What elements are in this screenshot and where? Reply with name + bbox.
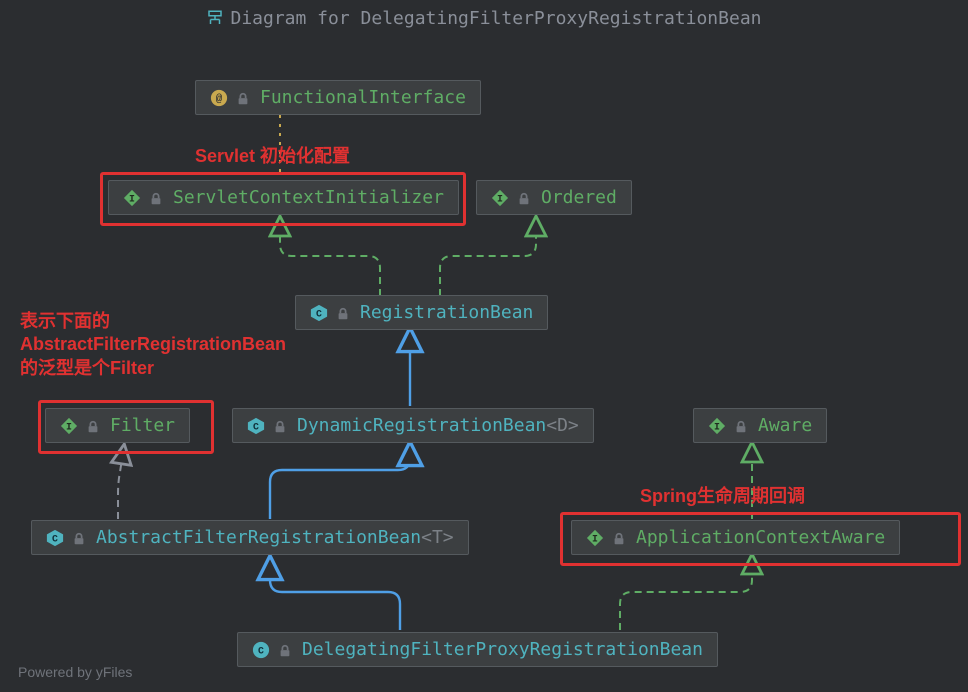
svg-text:I: I	[66, 421, 72, 432]
edge-delegating-to-abstract	[270, 558, 400, 630]
annotation-servlet-init: Servlet 初始化配置	[195, 145, 350, 168]
svg-text:C: C	[52, 533, 58, 544]
node-functional-interface[interactable]: @ FunctionalInterface	[195, 80, 481, 115]
node-label: ServletContextInitializer	[173, 187, 444, 208]
node-dynamic-registration-bean[interactable]: C DynamicRegistrationBean<D>	[232, 408, 594, 443]
interface-icon: I	[491, 189, 509, 207]
svg-text:I: I	[497, 193, 503, 204]
node-label: Aware	[758, 415, 812, 436]
node-label: AbstractFilterRegistrationBean<T>	[96, 527, 454, 548]
edge-registrationbean-to-ordered	[440, 218, 536, 296]
svg-text:I: I	[714, 421, 720, 432]
lock-icon	[86, 420, 100, 434]
svg-text:C: C	[316, 308, 322, 319]
annotation-filter-generic: 表示下面的 AbstractFilterRegistrationBean 的泛型…	[20, 310, 286, 380]
interface-icon: I	[708, 417, 726, 435]
node-label: DynamicRegistrationBean<D>	[297, 415, 579, 436]
node-filter[interactable]: I Filter	[45, 408, 190, 443]
interface-icon: I	[586, 529, 604, 547]
interface-icon: I	[123, 189, 141, 207]
svg-text:C: C	[258, 645, 264, 656]
lock-icon	[72, 532, 86, 546]
annotation-icon: @	[210, 89, 228, 107]
node-label: ApplicationContextAware	[636, 527, 885, 548]
class-icon: C	[46, 529, 64, 547]
lock-icon	[517, 192, 531, 206]
edge-delegating-to-appcontextaware	[620, 556, 752, 630]
node-label: Filter	[110, 415, 175, 436]
class-icon: C	[247, 417, 265, 435]
node-label: RegistrationBean	[360, 302, 533, 323]
svg-text:C: C	[253, 421, 259, 432]
lock-icon	[149, 192, 163, 206]
svg-text:I: I	[129, 193, 135, 204]
node-ordered[interactable]: I Ordered	[476, 180, 632, 215]
node-delegating-filter-proxy-registration-bean[interactable]: C DelegatingFilterProxyRegistrationBean	[237, 632, 718, 667]
node-label: DelegatingFilterProxyRegistrationBean	[302, 639, 703, 660]
node-abstract-filter-registration-bean[interactable]: C AbstractFilterRegistrationBean<T>	[31, 520, 469, 555]
lock-icon	[612, 532, 626, 546]
edge-abstract-to-filter	[118, 446, 124, 519]
svg-text:I: I	[592, 533, 598, 544]
diagram-canvas: Diagram for DelegatingFilterProxyRegistr…	[0, 0, 968, 692]
node-label: FunctionalInterface	[260, 87, 466, 108]
interface-icon: I	[60, 417, 78, 435]
lock-icon	[273, 420, 287, 434]
annotation-spring-lifecycle: Spring生命周期回调	[640, 485, 805, 508]
edge-registrationbean-to-servletcontextinitializer	[280, 218, 380, 296]
lock-icon	[278, 644, 292, 658]
node-aware[interactable]: I Aware	[693, 408, 827, 443]
node-registration-bean[interactable]: C RegistrationBean	[295, 295, 548, 330]
node-label: Ordered	[541, 187, 617, 208]
node-application-context-aware[interactable]: I ApplicationContextAware	[571, 520, 900, 555]
node-servlet-context-initializer[interactable]: I ServletContextInitializer	[108, 180, 459, 215]
lock-icon	[236, 92, 250, 106]
class-icon: C	[252, 641, 270, 659]
powered-by-yfiles: Powered by yFiles	[18, 664, 132, 680]
edge-abstract-to-dynamic	[270, 444, 410, 519]
class-icon: C	[310, 304, 328, 322]
lock-icon	[336, 307, 350, 321]
svg-text:@: @	[216, 93, 223, 105]
lock-icon	[734, 420, 748, 434]
